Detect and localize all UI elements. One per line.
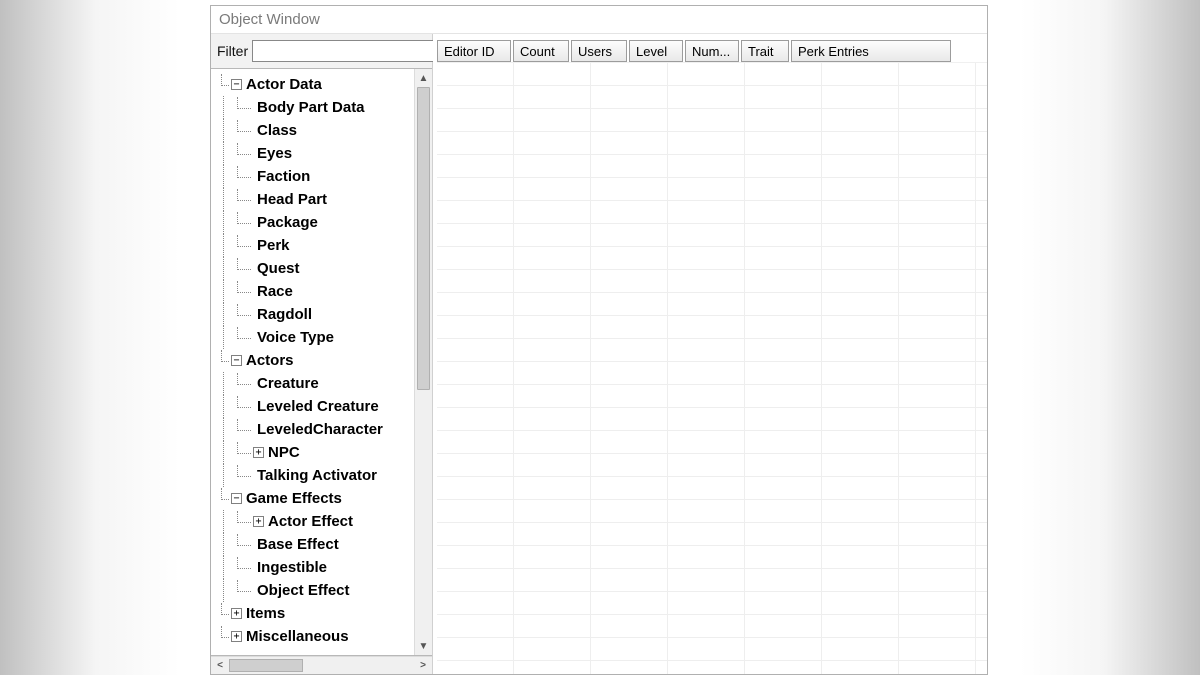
tree-item[interactable]: Ingestible xyxy=(215,556,414,579)
tree-item[interactable]: + Items xyxy=(215,602,414,625)
column-header[interactable]: Num... xyxy=(685,40,739,62)
scroll-right-icon[interactable]: > xyxy=(414,660,432,671)
tree-item[interactable]: Creature xyxy=(215,372,414,395)
tree-wrap: −Actor DataBody Part DataClassEyesFactio… xyxy=(211,68,432,656)
tree-item-label[interactable]: Head Part xyxy=(257,188,327,211)
tree-item[interactable]: Class xyxy=(215,119,414,142)
filter-row: Filter xyxy=(211,34,432,68)
tree-item-label[interactable]: Ingestible xyxy=(257,556,327,579)
tree-item-label[interactable]: Game Effects xyxy=(246,487,342,510)
tree-item-label[interactable]: Items xyxy=(246,602,285,625)
tree-vertical-scrollbar[interactable]: ▲ ▼ xyxy=(414,69,432,655)
expand-icon[interactable]: + xyxy=(231,608,242,619)
scroll-up-icon[interactable]: ▲ xyxy=(415,69,432,87)
tree-item-label[interactable]: Body Part Data xyxy=(257,96,365,119)
collapse-icon[interactable]: − xyxy=(231,355,242,366)
column-header[interactable]: Trait xyxy=(741,40,789,62)
tree-item-label[interactable]: Faction xyxy=(257,165,310,188)
tree-item[interactable]: −Actors xyxy=(215,349,414,372)
tree-item-label[interactable]: Voice Type xyxy=(257,326,334,349)
scroll-thumb[interactable] xyxy=(417,87,430,390)
tree-item-label[interactable]: Actor Data xyxy=(246,73,322,96)
collapse-icon[interactable]: − xyxy=(231,79,242,90)
tree-item-label[interactable]: NPC xyxy=(268,441,300,464)
column-header[interactable]: Perk Entries xyxy=(791,40,951,62)
scroll-track[interactable] xyxy=(229,657,414,674)
scroll-thumb[interactable] xyxy=(229,659,303,672)
tree-item-label[interactable]: Leveled Creature xyxy=(257,395,379,418)
tree-item-label[interactable]: Object Effect xyxy=(257,579,350,602)
data-grid[interactable] xyxy=(437,62,987,674)
tree-item[interactable]: Head Part xyxy=(215,188,414,211)
tree-horizontal-scrollbar[interactable]: < > xyxy=(211,656,432,674)
tree-item[interactable]: −Actor Data xyxy=(215,73,414,96)
tree-item-label[interactable]: Talking Activator xyxy=(257,464,377,487)
tree-item[interactable]: LeveledCharacter xyxy=(215,418,414,441)
collapse-icon[interactable]: − xyxy=(231,493,242,504)
tree-item[interactable]: + Actor Effect xyxy=(215,510,414,533)
tree-item[interactable]: Base Effect xyxy=(215,533,414,556)
tree-item[interactable]: Body Part Data xyxy=(215,96,414,119)
tree-item-label[interactable]: Eyes xyxy=(257,142,292,165)
window-body: Filter −Actor DataBody Part DataClassEye… xyxy=(211,34,987,674)
tree-item-label[interactable]: Actors xyxy=(246,349,294,372)
column-header[interactable]: Level xyxy=(629,40,683,62)
right-pane: Editor IDCountUsersLevelNum...TraitPerk … xyxy=(433,34,987,674)
tree-item-label[interactable]: Base Effect xyxy=(257,533,339,556)
tree-item-label[interactable]: Perk xyxy=(257,234,290,257)
tree-item[interactable]: Faction xyxy=(215,165,414,188)
tree-item-label[interactable]: Ragdoll xyxy=(257,303,312,326)
tree-item-label[interactable]: Miscellaneous xyxy=(246,625,349,648)
tree-item[interactable]: Ragdoll xyxy=(215,303,414,326)
scroll-down-icon[interactable]: ▼ xyxy=(415,637,432,655)
scroll-track[interactable] xyxy=(415,87,432,637)
object-window: Object Window Filter −Actor DataBody Par… xyxy=(210,5,988,675)
tree-item[interactable]: Package xyxy=(215,211,414,234)
tree-item-label[interactable]: Package xyxy=(257,211,318,234)
category-tree[interactable]: −Actor DataBody Part DataClassEyesFactio… xyxy=(211,69,414,655)
filter-label: Filter xyxy=(217,43,248,59)
left-pane: Filter −Actor DataBody Part DataClassEye… xyxy=(211,34,433,674)
tree-item[interactable]: Eyes xyxy=(215,142,414,165)
scroll-left-icon[interactable]: < xyxy=(211,660,229,671)
tree-item[interactable]: + Miscellaneous xyxy=(215,625,414,648)
tree-item-label[interactable]: Actor Effect xyxy=(268,510,353,533)
column-header[interactable]: Editor ID xyxy=(437,40,511,62)
tree-item[interactable]: Object Effect xyxy=(215,579,414,602)
expand-icon[interactable]: + xyxy=(253,516,264,527)
tree-item[interactable]: −Game Effects xyxy=(215,487,414,510)
expand-icon[interactable]: + xyxy=(253,447,264,458)
filter-input[interactable] xyxy=(252,40,438,62)
expand-icon[interactable]: + xyxy=(231,631,242,642)
tree-item[interactable]: Perk xyxy=(215,234,414,257)
tree-item[interactable]: Leveled Creature xyxy=(215,395,414,418)
tree-item[interactable]: Race xyxy=(215,280,414,303)
tree-item-label[interactable]: Race xyxy=(257,280,293,303)
tree-item[interactable]: + NPC xyxy=(215,441,414,464)
tree-item-label[interactable]: Class xyxy=(257,119,297,142)
tree-item[interactable]: Voice Type xyxy=(215,326,414,349)
tree-item-label[interactable]: Quest xyxy=(257,257,300,280)
tree-item-label[interactable]: LeveledCharacter xyxy=(257,418,383,441)
column-header[interactable]: Count xyxy=(513,40,569,62)
column-headers: Editor IDCountUsersLevelNum...TraitPerk … xyxy=(437,40,987,62)
tree-item[interactable]: Quest xyxy=(215,257,414,280)
tree-item-label[interactable]: Creature xyxy=(257,372,319,395)
window-title: Object Window xyxy=(211,6,987,34)
column-header[interactable]: Users xyxy=(571,40,627,62)
tree-item[interactable]: Talking Activator xyxy=(215,464,414,487)
